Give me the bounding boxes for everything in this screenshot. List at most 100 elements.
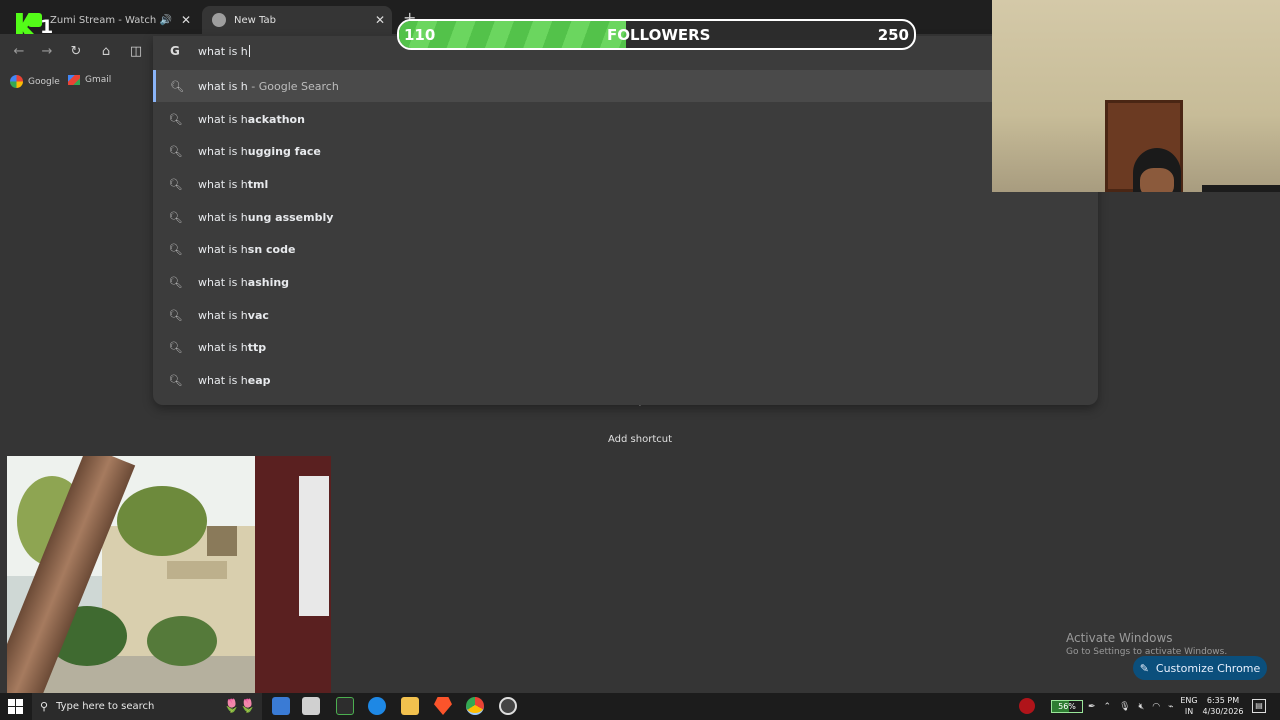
suggestion-search-row[interactable]: 🔍︎ what is h - Google Search bbox=[153, 70, 1098, 102]
chrome-browser-icon[interactable] bbox=[466, 697, 484, 715]
search-icon: 🔍︎ bbox=[168, 145, 183, 159]
cam-glass-panel bbox=[299, 476, 329, 616]
suggestion-row[interactable]: 🔍︎ what is h vac bbox=[153, 299, 1098, 331]
watermark-title: Activate Windows bbox=[1066, 631, 1173, 645]
search-icon: 🔍︎ bbox=[168, 374, 183, 388]
taskbar-clock[interactable]: 6:35 PM 4/30/2026 bbox=[1200, 695, 1246, 717]
microphone-icon[interactable]: 🎙︎ bbox=[1119, 702, 1130, 712]
bookmark-gmail[interactable]: Gmail bbox=[68, 75, 111, 85]
bookmarks-bar: Google Gmail bbox=[0, 70, 150, 94]
tab-title: New Tab bbox=[234, 14, 276, 26]
suggestion-prefix: what is h bbox=[198, 243, 248, 257]
store-app-icon[interactable] bbox=[302, 697, 320, 715]
suggestion-completion: sn code bbox=[247, 243, 296, 257]
notifications-icon[interactable]: ▤ bbox=[1252, 699, 1266, 713]
suggestion-suffix: - Google Search bbox=[247, 79, 339, 93]
add-shortcut-label[interactable]: Add shortcut bbox=[560, 434, 720, 445]
chrome-favicon-icon bbox=[212, 13, 226, 27]
cam-monitor bbox=[1202, 185, 1280, 192]
text-caret bbox=[248, 45, 250, 57]
suggestion-completion: tml bbox=[247, 177, 269, 191]
search-icon: 🔍︎ bbox=[168, 308, 183, 322]
omnibox-dropdown: G what is h 🔍︎ what is h - Google Search… bbox=[153, 36, 1098, 405]
taskbar-search-placeholder: Type here to search bbox=[56, 701, 155, 712]
suggestion-completion: ashing bbox=[247, 276, 290, 289]
cam-window bbox=[207, 526, 237, 556]
suggestion-row[interactable]: 🔍︎ what is h ashing bbox=[153, 267, 1098, 299]
tab-new-tab[interactable]: New Tab ✕ bbox=[202, 6, 392, 34]
windows-taskbar: ⚲ Type here to search 🌷🌷 56% ✒ ⌃ 🎙︎ 🔇︎ ◠… bbox=[0, 693, 1280, 720]
show-hidden-icon[interactable]: ⌃ bbox=[1104, 702, 1112, 712]
obs-app-icon[interactable] bbox=[499, 697, 517, 715]
edge-browser-icon[interactable] bbox=[368, 697, 386, 715]
omnibox-text[interactable]: what is h bbox=[198, 45, 250, 58]
language-indicator[interactable]: ENG IN bbox=[1178, 695, 1200, 717]
search-icon: 🔍︎ bbox=[168, 210, 183, 224]
clock-time: 6:35 PM bbox=[1206, 696, 1240, 705]
pen-tray-icon[interactable]: ✒ bbox=[1088, 702, 1096, 712]
forward-arrow-icon[interactable]: → bbox=[37, 42, 57, 62]
suggestion-prefix: what is h bbox=[198, 308, 248, 322]
recording-indicator-icon[interactable] bbox=[1019, 698, 1035, 714]
cam-tree-leaves bbox=[117, 486, 207, 556]
omnibox-value: what is h bbox=[198, 45, 248, 58]
brave-browser-icon[interactable] bbox=[434, 697, 452, 715]
search-icon: 🔍︎ bbox=[168, 177, 183, 191]
taskbar-search-box[interactable]: ⚲ Type here to search 🌷🌷 bbox=[32, 693, 262, 720]
cam-person-face bbox=[1140, 168, 1174, 192]
suggestion-completion: vac bbox=[247, 308, 269, 322]
pencil-icon: ✎ bbox=[1139, 661, 1149, 675]
suggestion-row[interactable]: 🔍︎ what is h ttp bbox=[153, 332, 1098, 364]
bookmark-label: Google bbox=[28, 76, 60, 87]
customize-chrome-button[interactable]: ✎ Customize Chrome bbox=[1133, 656, 1267, 680]
search-icon: 🔍︎ bbox=[168, 112, 183, 126]
home-icon[interactable]: ⌂ bbox=[96, 42, 116, 62]
suggestion-completion: ttp bbox=[247, 341, 267, 355]
webcam-overlay-outdoor bbox=[7, 456, 331, 698]
suggestion-completion: ackathon bbox=[247, 112, 305, 126]
bookmark-label: Gmail bbox=[85, 75, 112, 85]
suggestion-prefix: what is h bbox=[198, 210, 248, 224]
battery-indicator[interactable]: 56% bbox=[1051, 700, 1083, 713]
webcam-overlay-face bbox=[992, 0, 1280, 192]
back-arrow-icon[interactable]: ← bbox=[9, 42, 29, 62]
suggestion-row[interactable]: 🔍︎ what is h ugging face bbox=[153, 136, 1098, 168]
suggestion-row[interactable]: 🔍︎ what is h ackathon bbox=[153, 103, 1098, 135]
split-view-icon[interactable]: ◫ bbox=[126, 42, 146, 62]
close-tab-icon[interactable]: ✕ bbox=[178, 13, 194, 27]
suggestion-row[interactable]: 🔍︎ what is h eap bbox=[153, 365, 1098, 397]
clock-date: 4/30/2026 bbox=[1202, 707, 1244, 716]
close-tab-icon[interactable]: ✕ bbox=[372, 13, 388, 27]
wifi-icon[interactable]: ◠ bbox=[1152, 702, 1160, 712]
volume-muted-icon[interactable]: 🔇︎ bbox=[1139, 702, 1145, 712]
bookmark-google[interactable]: Google bbox=[10, 75, 60, 88]
search-icon: 🔍︎ bbox=[168, 276, 183, 289]
tab-title: Zumi Stream - Watch Live on Kick bbox=[50, 14, 160, 26]
search-icon: ⚲ bbox=[40, 700, 49, 713]
followers-label: FOLLOWERS bbox=[607, 26, 711, 44]
suggestion-prefix: what is h bbox=[198, 374, 248, 388]
suggestion-completion: eap bbox=[247, 374, 271, 388]
suggestion-prefix: what is h bbox=[198, 276, 248, 289]
suggestion-row[interactable]: 🔍︎ what is h sn code bbox=[153, 234, 1098, 266]
power-plug-icon[interactable]: ⌁ bbox=[1168, 702, 1173, 712]
customize-label: Customize Chrome bbox=[1155, 661, 1261, 675]
suggestion-row[interactable]: 🔍︎ what is h ung assembly bbox=[153, 201, 1098, 233]
search-icon: 🔍︎ bbox=[170, 79, 184, 93]
lang-primary: ENG bbox=[1180, 696, 1198, 705]
suggestion-completion: ung assembly bbox=[247, 210, 334, 224]
suggestion-prefix: what is h bbox=[198, 112, 248, 126]
activate-windows-watermark: Activate Windows Go to Settings to activ… bbox=[1066, 631, 1227, 657]
task-view-icon[interactable] bbox=[272, 697, 290, 715]
speaker-icon[interactable]: 🔊 bbox=[160, 15, 172, 26]
reload-icon[interactable]: ↻ bbox=[66, 42, 86, 62]
lang-region: IN bbox=[1184, 707, 1194, 716]
windows-start-icon[interactable] bbox=[8, 699, 24, 715]
suggestion-prefix: what is h bbox=[198, 341, 248, 355]
terminal-app-icon[interactable] bbox=[336, 697, 354, 715]
suggestion-completion: ugging face bbox=[247, 145, 321, 159]
file-explorer-icon[interactable] bbox=[401, 697, 419, 715]
system-tray: ✒ ⌃ 🎙︎ 🔇︎ ◠ ⌁ bbox=[1088, 693, 1173, 720]
followers-current: 110 bbox=[404, 26, 436, 44]
suggestion-row[interactable]: 🔍︎ what is h tml bbox=[153, 168, 1098, 200]
